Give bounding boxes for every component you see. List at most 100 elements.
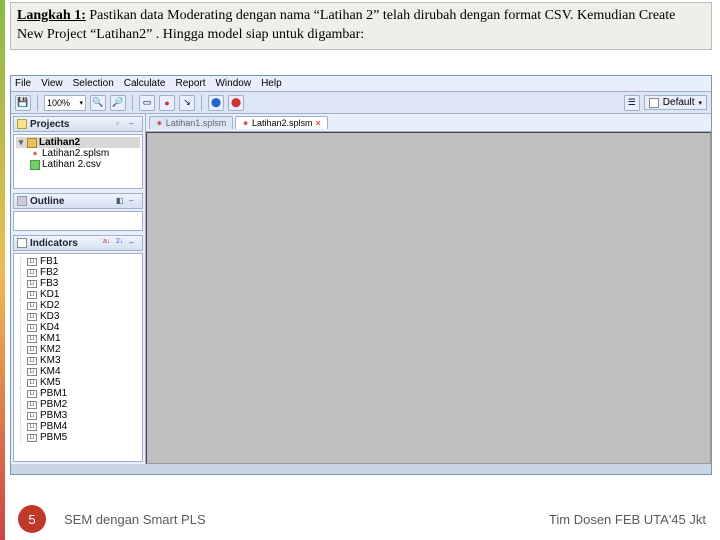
menu-window[interactable]: Window bbox=[215, 78, 251, 89]
indicator-icon: Li bbox=[27, 423, 37, 431]
panel-menu-icon[interactable]: ◧ bbox=[116, 196, 126, 206]
projects-panel-header[interactable]: Projects ▫ – bbox=[13, 116, 143, 132]
minimize-icon[interactable]: – bbox=[129, 238, 139, 248]
tool-connect-icon[interactable]: ↘ bbox=[179, 95, 195, 111]
sort-az-icon[interactable]: a↓ bbox=[103, 238, 113, 248]
indicator-label: PBM5 bbox=[40, 432, 67, 443]
project-root-label: Latihan2 bbox=[39, 137, 80, 148]
indicator-item[interactable]: LiFB3 bbox=[20, 278, 140, 289]
indicator-icon: Li bbox=[27, 280, 37, 288]
indicator-item[interactable]: LiFB2 bbox=[20, 267, 140, 278]
menu-help[interactable]: Help bbox=[261, 78, 282, 89]
tab-latihan1[interactable]: ✷ Latihan1.splsm bbox=[149, 116, 233, 129]
indicator-label: KD2 bbox=[40, 300, 59, 311]
indicator-item[interactable]: LiPBM3 bbox=[20, 410, 140, 421]
separator bbox=[201, 95, 202, 111]
main-area: ✷ Latihan1.splsm ✷ Latihan2.splsm × bbox=[146, 114, 711, 464]
indicator-label: PBM3 bbox=[40, 410, 67, 421]
zoom-out-icon[interactable]: 🔎 bbox=[110, 95, 126, 111]
close-icon[interactable]: × bbox=[316, 118, 321, 128]
model-tab-icon: ✷ bbox=[156, 119, 163, 128]
panel-menu-icon[interactable]: ▫ bbox=[116, 119, 126, 129]
indicator-icon: Li bbox=[27, 390, 37, 398]
indicator-item[interactable]: LiKD3 bbox=[20, 311, 140, 322]
project-root[interactable]: ▾ Latihan2 bbox=[16, 137, 140, 148]
tool-latent-icon[interactable]: ● bbox=[159, 95, 175, 111]
project-icon bbox=[27, 138, 37, 148]
indicator-label: KD1 bbox=[40, 289, 59, 300]
theme-swatch-icon bbox=[649, 98, 659, 108]
toolbar-save-icon[interactable]: 💾 bbox=[15, 95, 31, 111]
indicators-list: LiFB1 LiFB2 LiFB3 LiKD1 LiKD2 LiKD3 LiKD… bbox=[13, 253, 143, 462]
indicator-item[interactable]: LiKM2 bbox=[20, 344, 140, 355]
indicator-item[interactable]: LiKM1 bbox=[20, 333, 140, 344]
slide-accent-bar bbox=[0, 0, 5, 540]
outline-icon bbox=[17, 196, 27, 206]
indicator-icon: Li bbox=[27, 346, 37, 354]
tab-label: Latihan2.splsm bbox=[252, 118, 313, 128]
indicators-title: Indicators bbox=[30, 238, 100, 249]
page-number: 5 bbox=[18, 505, 46, 533]
theme-selector[interactable]: Default ▾ bbox=[644, 95, 707, 110]
outline-title: Outline bbox=[30, 196, 113, 207]
indicator-label: KM2 bbox=[40, 344, 61, 355]
tree-item[interactable]: Latihan 2.csv bbox=[16, 159, 140, 170]
indicator-item[interactable]: LiKD4 bbox=[20, 322, 140, 333]
indicator-item[interactable]: LiKD1 bbox=[20, 289, 140, 300]
menu-file[interactable]: File bbox=[15, 78, 31, 89]
indicator-icon: Li bbox=[27, 357, 37, 365]
editor-tabs: ✷ Latihan1.splsm ✷ Latihan2.splsm × bbox=[146, 114, 711, 132]
theme-label: Default bbox=[663, 97, 695, 108]
tool-select-icon[interactable]: ▭ bbox=[139, 95, 155, 111]
chevron-down-icon: ▾ bbox=[698, 99, 702, 107]
indicator-label: PBM4 bbox=[40, 421, 67, 432]
instruction-box: Langkah 1: Pastikan data Moderating deng… bbox=[10, 2, 712, 50]
indicator-item[interactable]: LiKM3 bbox=[20, 355, 140, 366]
footer-title: SEM dengan Smart PLS bbox=[64, 512, 206, 527]
indicator-item[interactable]: LiKD2 bbox=[20, 300, 140, 311]
tree-item-label: Latihan 2.csv bbox=[42, 159, 101, 170]
indicator-label: FB2 bbox=[40, 267, 58, 278]
indicator-icon: Li bbox=[27, 335, 37, 343]
indicator-item[interactable]: LiKM5 bbox=[20, 377, 140, 388]
indicator-icon: Li bbox=[27, 368, 37, 376]
tree-item[interactable]: ✷ Latihan2.splsm bbox=[16, 148, 140, 159]
model-tab-icon: ✷ bbox=[242, 119, 249, 128]
tool-add-red-icon[interactable]: ⬤ bbox=[228, 95, 244, 111]
sidebar-toggle-icon[interactable]: ☰ bbox=[624, 95, 640, 111]
projects-title: Projects bbox=[30, 119, 113, 130]
model-file-icon: ✷ bbox=[30, 149, 40, 159]
zoom-value: 100% bbox=[47, 98, 70, 108]
model-canvas[interactable] bbox=[146, 132, 711, 464]
minimize-icon[interactable]: – bbox=[129, 119, 139, 129]
indicator-label: PBM2 bbox=[40, 399, 67, 410]
indicator-icon: Li bbox=[27, 412, 37, 420]
zoom-in-icon[interactable]: 🔍 bbox=[90, 95, 106, 111]
menu-calculate[interactable]: Calculate bbox=[124, 78, 166, 89]
tab-latihan2[interactable]: ✷ Latihan2.splsm × bbox=[235, 116, 328, 129]
sort-num-icon[interactable]: 2↓ bbox=[116, 238, 126, 248]
outline-panel-header[interactable]: Outline ◧ – bbox=[13, 193, 143, 209]
chevron-down-icon: ▾ bbox=[79, 99, 83, 107]
indicator-item[interactable]: LiKM4 bbox=[20, 366, 140, 377]
indicator-icon: Li bbox=[27, 302, 37, 310]
menu-selection[interactable]: Selection bbox=[73, 78, 114, 89]
menu-view[interactable]: View bbox=[41, 78, 63, 89]
zoom-select[interactable]: 100% ▾ bbox=[44, 95, 86, 111]
indicator-item[interactable]: LiPBM2 bbox=[20, 399, 140, 410]
tool-add-blue-icon[interactable]: ⬤ bbox=[208, 95, 224, 111]
indicator-item[interactable]: LiPBM4 bbox=[20, 421, 140, 432]
menu-report[interactable]: Report bbox=[175, 78, 205, 89]
indicator-label: KM1 bbox=[40, 333, 61, 344]
minimize-icon[interactable]: – bbox=[129, 196, 139, 206]
slide-footer: 5 SEM dengan Smart PLS Tim Dosen FEB UTA… bbox=[0, 504, 720, 534]
data-file-icon bbox=[30, 160, 40, 170]
indicator-item[interactable]: LiFB1 bbox=[20, 256, 140, 267]
collapse-icon[interactable]: ▾ bbox=[17, 137, 25, 148]
indicator-item[interactable]: LiPBM1 bbox=[20, 388, 140, 399]
separator bbox=[132, 95, 133, 111]
indicator-item[interactable]: LiPBM5 bbox=[20, 432, 140, 443]
menu-bar: File View Selection Calculate Report Win… bbox=[11, 76, 711, 92]
step-label: Langkah 1: bbox=[17, 8, 86, 23]
indicators-panel-header[interactable]: Indicators a↓ 2↓ – bbox=[13, 235, 143, 251]
